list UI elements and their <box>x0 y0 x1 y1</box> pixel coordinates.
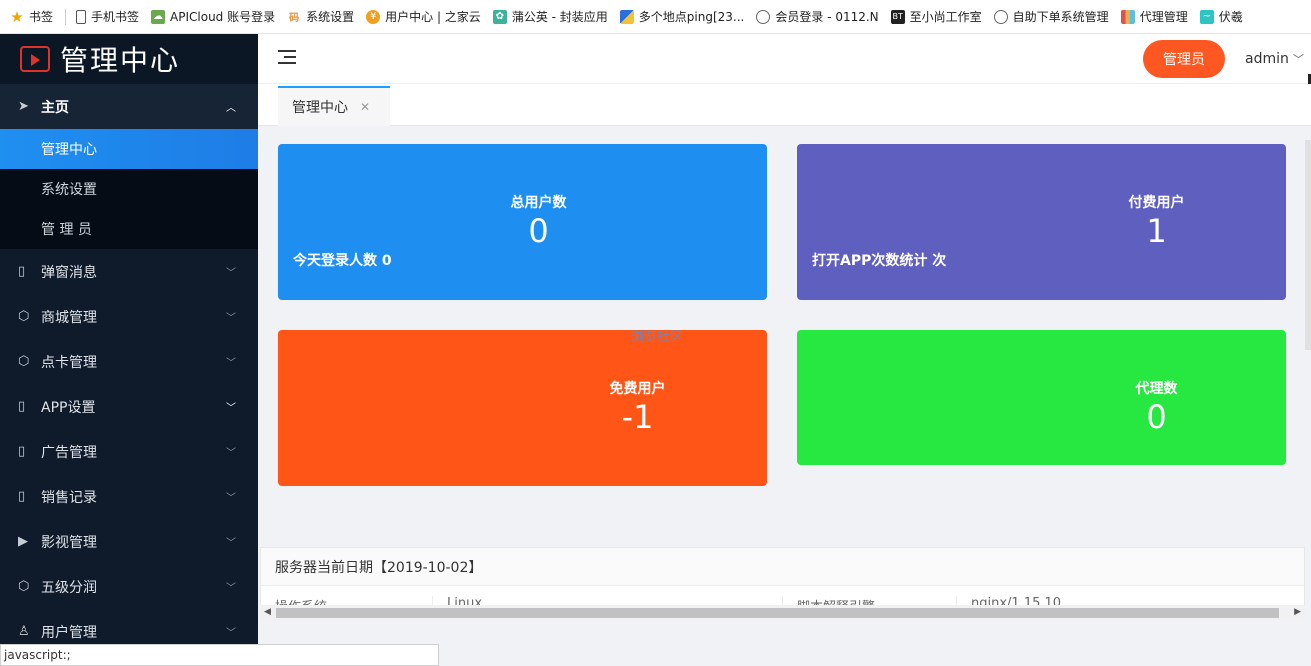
tab-bar: 管理中心 ✕ <box>258 84 1311 126</box>
close-icon[interactable]: ✕ <box>360 100 370 114</box>
horizontal-scrollbar[interactable]: ◀ ▶ <box>260 605 1305 621</box>
user-center-icon: ¥ <box>366 9 381 24</box>
sidebar-item-dashboard[interactable]: 管理中心 <box>0 129 258 169</box>
bookmark-item[interactable]: 会员登录 - 0112.N <box>756 8 879 25</box>
globe-icon <box>993 9 1008 24</box>
stat-value: 0 <box>528 212 549 250</box>
play-icon: ▶ <box>18 534 28 549</box>
menu-group-sales[interactable]: ▯ 销售记录 ﹀ <box>0 474 258 519</box>
stat-label: 总用户数 <box>510 195 567 211</box>
chevron-down-icon: ﹀ <box>226 403 236 414</box>
chevron-down-icon: ﹀ <box>226 583 236 594</box>
stat-note: 今天登录人数 0 <box>293 253 392 269</box>
bookmark-item[interactable]: 多个地点ping[23... <box>619 8 744 25</box>
menu-group-ads[interactable]: ▯ 广告管理 ﹀ <box>0 429 258 474</box>
chevron-down-icon: ﹀ <box>226 268 236 279</box>
app-title: 管理中心 <box>60 44 181 77</box>
globe-icon <box>756 9 771 24</box>
apicloud-icon: ☁ <box>151 9 166 24</box>
chevron-down-icon: ﹀ <box>226 358 236 369</box>
stat-note: 打开APP次数统计 次 <box>812 253 947 269</box>
ping-icon <box>619 9 634 24</box>
chevron-up-icon: ︿ <box>226 103 236 114</box>
phone-icon: ▯ <box>18 489 26 504</box>
bookmark-item[interactable]: ✿ 蒲公英 - 封装应用 <box>492 8 608 25</box>
bookmark-item[interactable]: 代理管理 <box>1120 8 1188 25</box>
stat-label: 免费用户 <box>609 381 666 397</box>
chevron-down-icon: ﹀ <box>226 628 236 639</box>
bookmark-item[interactable]: ¥ 用户中心 | 之家云 <box>366 8 481 25</box>
chevron-down-icon: ﹀ <box>1292 53 1304 66</box>
role-button[interactable]: 管理员 <box>1143 40 1225 78</box>
watermark-text: 浏览社区 <box>631 330 684 345</box>
sidebar-toggle-icon[interactable] <box>278 50 296 66</box>
vertical-scrollbar[interactable] <box>1305 140 1311 350</box>
chevron-down-icon: ﹀ <box>226 313 236 324</box>
star-icon: ★ <box>10 7 24 26</box>
bt-icon: BT <box>890 9 905 24</box>
menu-group-app-settings[interactable]: ▯ APP设置 ﹀ <box>0 384 258 429</box>
user-menu[interactable]: admin ﹀ <box>1245 51 1304 67</box>
stat-value: 0 <box>1146 398 1167 436</box>
scrollbar-thumb[interactable] <box>276 608 1279 618</box>
dandelion-icon: ✿ <box>492 9 507 24</box>
tab-dashboard[interactable]: 管理中心 ✕ <box>278 86 390 126</box>
bookmark-item[interactable]: 码系统设置 <box>287 8 354 25</box>
stat-card-total-users: 总用户数 0 今天登录人数 0 <box>278 144 767 300</box>
chart-icon <box>1120 9 1135 24</box>
scroll-left-icon[interactable]: ◀ <box>264 607 271 617</box>
phone-icon <box>76 9 87 24</box>
bookmark-item[interactable]: 手机书签 <box>76 8 139 25</box>
user-icon: ♙ <box>18 624 30 639</box>
browser-status-bar: javascript:; <box>0 644 439 666</box>
menu-group-label: 主页 <box>41 99 69 116</box>
scroll-right-icon[interactable]: ▶ <box>1294 607 1301 617</box>
submenu-home: 管理中心 系统设置 管 理 员 <box>0 129 258 249</box>
stat-label: 代理数 <box>1135 381 1178 397</box>
top-header: 管理员 admin ﹀ <box>258 34 1311 98</box>
chevron-down-icon: ﹀ <box>226 493 236 504</box>
menu-group-video[interactable]: ▶ 影视管理 ﹀ <box>0 519 258 564</box>
bookmark-item[interactable]: BT 至小尚工作室 <box>890 8 982 25</box>
stat-value: 1 <box>1146 212 1167 250</box>
menu-group-profit-share[interactable]: ⬡ 五级分润 ﹀ <box>0 564 258 609</box>
bookmark-item[interactable]: ☁ APICloud 账号登录 <box>151 8 275 25</box>
tv-icon <box>20 46 50 72</box>
chevron-down-icon: ﹀ <box>226 448 236 459</box>
bookmark-item[interactable]: 自助下单系统管理 <box>993 8 1109 25</box>
stat-label: 付费用户 <box>1128 195 1185 211</box>
box-icon: ⬡ <box>18 309 30 324</box>
bookmark-item[interactable]: ~ 伏羲 <box>1199 8 1243 25</box>
stat-card-agents: 代理数 0 <box>797 330 1286 465</box>
menu-group-home[interactable]: ➤ 主页 ︿ <box>0 84 258 129</box>
sidebar-logo[interactable]: 管理中心 <box>0 34 258 84</box>
menu-group-cards[interactable]: ⬡ 点卡管理 ﹀ <box>0 339 258 384</box>
phone-icon: ▯ <box>18 264 26 279</box>
sidebar-item-admins[interactable]: 管 理 员 <box>0 209 258 249</box>
phone-icon: ▯ <box>18 399 26 414</box>
bookmarks-bar: ★ 书签 手机书签 ☁ APICloud 账号登录 码系统设置 ¥ 用户中心 | 之家… <box>0 0 1311 34</box>
box-icon: ⬡ <box>18 579 30 594</box>
bookmark-item[interactable]: ★ 书签 <box>10 7 53 26</box>
chevron-down-icon: ﹀ <box>226 538 236 549</box>
menu-group-popup-messages[interactable]: ▯ 弹窗消息 ﹀ <box>0 249 258 294</box>
box-icon: ⬡ <box>18 354 30 369</box>
sidebar: 管理中心 ➤ 主页 ︿ 管理中心 系统设置 管 理 员 ▯ 弹窗消息 ﹀ ⬡ 商… <box>0 34 258 666</box>
stat-card-paid-users: 付费用户 1 打开APP次数统计 次 <box>797 144 1286 300</box>
fuxi-icon: ~ <box>1199 9 1214 24</box>
stat-value: -1 <box>621 398 654 436</box>
bookmark-separator <box>65 8 67 25</box>
send-icon: ➤ <box>18 99 29 114</box>
phone-icon: ▯ <box>18 444 26 459</box>
menu-group-shop[interactable]: ⬡ 商城管理 ﹀ <box>0 294 258 339</box>
system-icon: 码 <box>289 13 300 24</box>
sidebar-item-system-settings[interactable]: 系统设置 <box>0 169 258 209</box>
stat-card-free-users: 免费用户 -1 <box>278 330 767 486</box>
server-date-header: 服务器当前日期【2019-10-02】 <box>261 548 1304 586</box>
